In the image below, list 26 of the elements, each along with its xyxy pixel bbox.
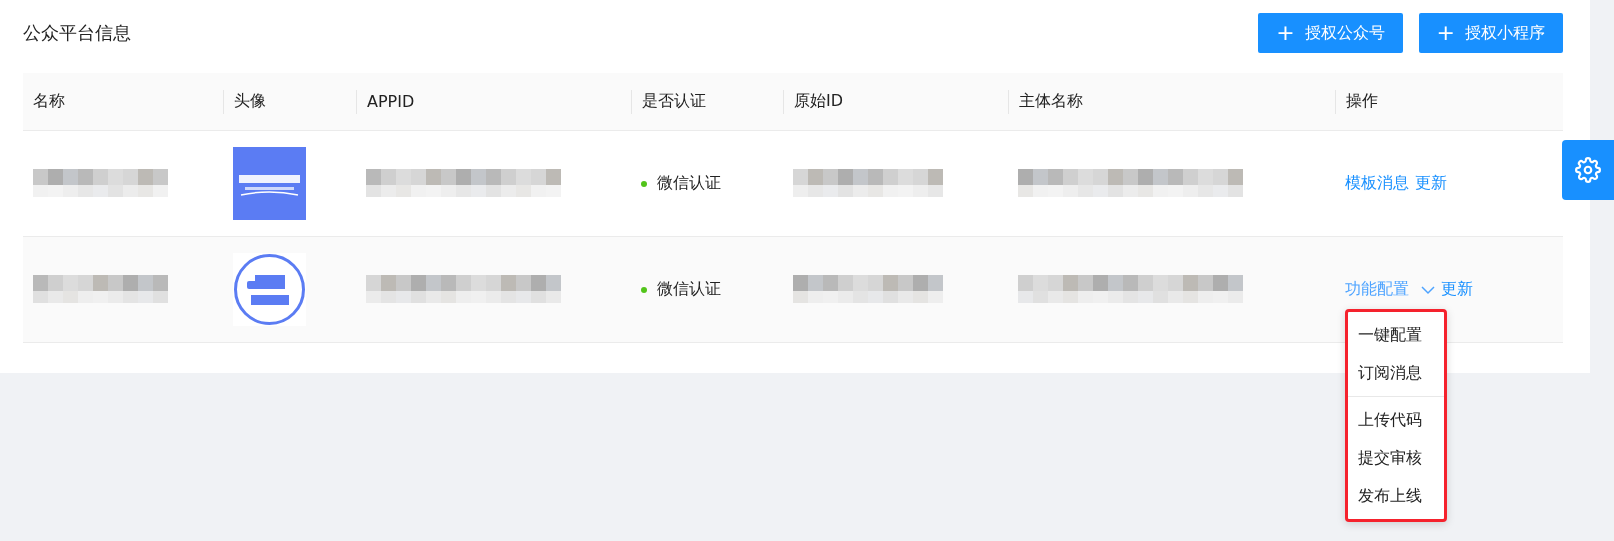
menu-item[interactable]: 一键配置	[1348, 316, 1444, 354]
status-dot	[641, 286, 647, 293]
status-dot	[641, 180, 647, 187]
action-link[interactable]: 更新	[1441, 279, 1473, 300]
verification-status: 微信认证	[657, 279, 721, 300]
menu-item[interactable]: 上传代码	[1348, 401, 1444, 439]
verification-status: 微信认证	[657, 173, 721, 194]
authorize-button[interactable]: + 授权小程序	[1418, 13, 1563, 53]
column-header: APPID	[367, 92, 415, 111]
menu-item[interactable]: 订阅消息	[1348, 354, 1444, 392]
column-header: 是否认证	[642, 91, 706, 112]
dropdown-link[interactable]: 功能配置	[1345, 279, 1435, 300]
action-link[interactable]: 模板消息	[1345, 173, 1409, 194]
column-header: 名称	[33, 91, 65, 112]
menu-item[interactable]: 发布上线	[1348, 477, 1444, 515]
column-header: 主体名称	[1019, 91, 1083, 112]
column-header: 头像	[234, 91, 266, 112]
authorize-button[interactable]: + 授权公众号	[1258, 13, 1403, 53]
column-header: 原始ID	[794, 91, 844, 112]
settings-button[interactable]	[1562, 140, 1614, 200]
menu-item[interactable]: 提交审核	[1348, 439, 1444, 477]
column-header: 操作	[1346, 91, 1378, 112]
settings-icon	[1575, 157, 1601, 183]
section-title: 公众平台信息	[23, 21, 131, 45]
chevron-down-icon	[1421, 284, 1435, 295]
action-link[interactable]: 更新	[1415, 173, 1447, 194]
